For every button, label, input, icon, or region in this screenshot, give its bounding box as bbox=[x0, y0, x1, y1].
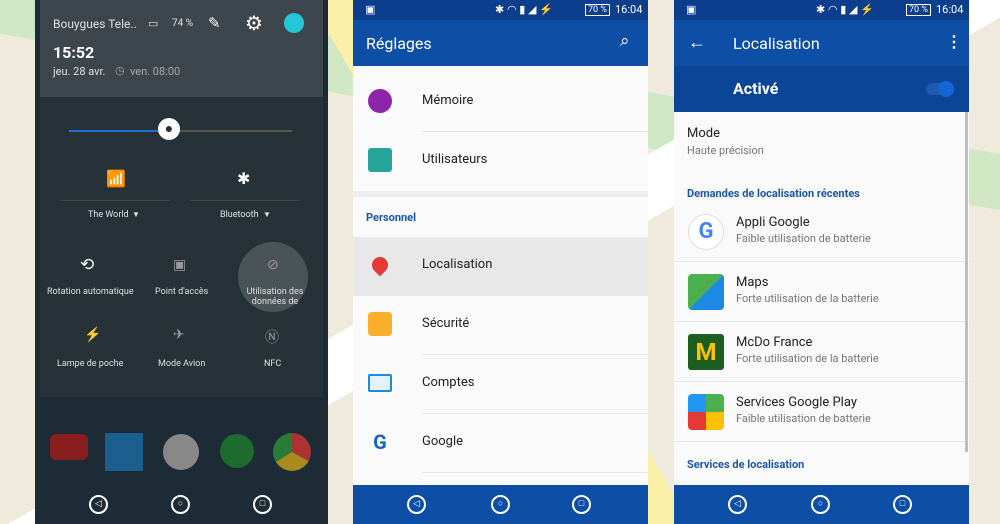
carrier-label: Bouygues Tele.. bbox=[53, 17, 137, 31]
date: jeu. 28 avr. bbox=[53, 65, 106, 78]
tile-rotation[interactable]: Rotation automatique bbox=[47, 287, 134, 297]
search-icon[interactable]: ⌕ bbox=[620, 31, 630, 51]
gear-icon[interactable]: ⚙ bbox=[245, 11, 263, 35]
youtube-icon[interactable] bbox=[50, 434, 88, 460]
settings-item-memory[interactable]: Mémoire bbox=[353, 73, 648, 132]
hangouts-icon[interactable] bbox=[220, 434, 254, 468]
status-time: 16:04 bbox=[615, 3, 643, 16]
scrollbar[interactable] bbox=[965, 112, 968, 452]
memory-icon bbox=[368, 89, 392, 113]
rotation-icon[interactable]: ⟲ bbox=[80, 255, 94, 275]
status-time: 16:04 bbox=[936, 3, 964, 16]
data-usage-icon[interactable]: ⊘ bbox=[267, 257, 279, 273]
recents-button[interactable]: □ bbox=[572, 495, 591, 514]
app-drawer-icon[interactable] bbox=[163, 434, 199, 470]
mode-value: Haute précision bbox=[687, 144, 764, 157]
play-services-icon bbox=[688, 394, 724, 430]
wifi-icon[interactable]: 📶 bbox=[106, 169, 126, 188]
battery-label: 70 % bbox=[906, 4, 931, 16]
location-pin-icon bbox=[368, 253, 392, 277]
tile-data-usage[interactable]: Utilisation des données de bbox=[245, 287, 305, 307]
alarm-icon: ◷ bbox=[115, 64, 125, 77]
settings-item-accounts[interactable]: Comptes bbox=[353, 355, 648, 414]
settings-item-google[interactable]: G Google bbox=[353, 414, 648, 473]
google-icon: G bbox=[373, 430, 387, 454]
brightness-slider[interactable] bbox=[69, 130, 292, 132]
page-title: Localisation bbox=[733, 34, 820, 53]
brightness-icon[interactable]: ● bbox=[158, 118, 180, 140]
users-icon bbox=[368, 148, 392, 172]
nfc-icon[interactable]: Ⓝ bbox=[265, 327, 279, 347]
toolbar: Réglages ⌕ bbox=[353, 20, 648, 66]
account-card-icon bbox=[368, 374, 392, 392]
location-phone: ▣ ✱ ◠ ▮ ◢ ⚡ 70 % 16:04 ← Localisation ⋮ … bbox=[674, 0, 969, 524]
location-toggle-label: Activé bbox=[733, 79, 779, 98]
settings-item-security[interactable]: Sécurité bbox=[353, 296, 648, 355]
clock: 15:52 bbox=[53, 43, 95, 62]
tile-airplane[interactable]: Mode Avion bbox=[158, 359, 205, 369]
back-button[interactable]: ◁ bbox=[728, 495, 747, 514]
wifi-network-label[interactable]: The World bbox=[88, 210, 129, 220]
battery-label: 70 % bbox=[585, 4, 610, 16]
back-arrow-icon[interactable]: ← bbox=[688, 32, 706, 53]
more-options-icon[interactable]: ⋮ bbox=[946, 32, 962, 51]
back-button[interactable]: ◁ bbox=[407, 495, 426, 514]
app-item-maps[interactable]: Maps Forte utilisation de la batterie bbox=[674, 262, 969, 322]
tile-nfc[interactable]: NFC bbox=[264, 359, 281, 369]
app-item-play-services[interactable]: Services Google Play Faible utilisation d… bbox=[674, 382, 969, 442]
notification-header: Bouygues Tele.. ▭ 74 % ✎ ⚙ 15:52 jeu. 28… bbox=[40, 0, 323, 97]
battery-icon: ▭ bbox=[148, 17, 159, 30]
google-app-icon: G bbox=[688, 214, 724, 250]
recents-button[interactable]: □ bbox=[253, 495, 272, 514]
navigation-bar: ◁ ○ □ bbox=[353, 485, 648, 524]
settings-phone: ▣ ✱ ◠ ▮ ◢ ⚡ 70 % 16:04 Réglages ⌕ Mémoir… bbox=[353, 0, 648, 524]
bluetooth-label[interactable]: Bluetooth bbox=[220, 210, 259, 220]
bluetooth-icon[interactable]: ✱ bbox=[237, 169, 250, 188]
home-button[interactable]: ○ bbox=[171, 495, 190, 514]
home-button[interactable]: ○ bbox=[491, 495, 510, 514]
flashlight-icon[interactable]: ⚡ bbox=[84, 327, 101, 343]
edit-icon[interactable]: ✎ bbox=[208, 14, 221, 32]
recents-button[interactable]: □ bbox=[893, 495, 912, 514]
maps-icon bbox=[688, 274, 724, 310]
location-services-header: Services de localisation bbox=[687, 458, 805, 471]
lock-icon bbox=[368, 312, 392, 336]
recent-requests-header: Demandes de localisation récentes bbox=[687, 187, 860, 200]
tile-hotspot[interactable]: Point d'accès bbox=[155, 287, 208, 297]
status-bar: ▣ ✱ ◠ ▮ ◢ ⚡ 70 % 16:04 bbox=[353, 0, 648, 20]
twitter-icon[interactable] bbox=[105, 433, 143, 471]
status-bar: ▣ ✱ ◠ ▮ ◢ ⚡ 70 % 16:04 bbox=[674, 0, 969, 20]
quick-settings-phone: Bouygues Tele.. ▭ 74 % ✎ ⚙ 15:52 jeu. 28… bbox=[35, 0, 328, 524]
mcdonalds-icon: M bbox=[688, 334, 724, 370]
avatar[interactable] bbox=[284, 13, 304, 33]
page-title: Réglages bbox=[366, 34, 432, 53]
status-icons: ✱ ◠ ▮ ◢ ⚡ bbox=[816, 3, 874, 16]
back-button[interactable]: ◁ bbox=[89, 495, 108, 514]
app-item-mcdo[interactable]: M McDo France Forte utilisation de la batt… bbox=[674, 322, 969, 382]
image-notification-icon: ▣ bbox=[686, 3, 697, 16]
hotspot-icon[interactable]: ▣ bbox=[173, 257, 186, 273]
quick-settings-panel: ● 📶 The World ▼ ✱ Bluetooth ▼ ⟲ Rotation… bbox=[40, 97, 323, 397]
mode-label[interactable]: Mode bbox=[687, 126, 720, 141]
section-header: Personnel bbox=[366, 211, 417, 224]
chevron-down-icon: ▼ bbox=[263, 210, 271, 219]
airplane-icon[interactable]: ✈ bbox=[173, 327, 185, 343]
settings-item-users[interactable]: Utilisateurs bbox=[353, 132, 648, 191]
status-icons: ✱ ◠ ▮ ◢ ⚡ bbox=[495, 3, 553, 16]
image-notification-icon: ▣ bbox=[365, 3, 376, 16]
settings-item-location[interactable]: Localisation bbox=[353, 237, 648, 296]
toolbar: ← Localisation ⋮ Activé bbox=[674, 20, 969, 112]
navigation-bar: ◁ ○ □ bbox=[674, 485, 969, 524]
chrome-icon[interactable] bbox=[273, 433, 311, 471]
alarm-time: ven. 08:00 bbox=[130, 65, 181, 78]
home-button[interactable]: ○ bbox=[811, 495, 830, 514]
battery-label: 74 % bbox=[172, 18, 194, 29]
app-item-google[interactable]: G Appli Google Faible utilisation de batte… bbox=[674, 202, 969, 262]
tile-flashlight[interactable]: Lampe de poche bbox=[57, 359, 123, 369]
location-toggle[interactable] bbox=[926, 81, 954, 97]
chevron-down-icon: ▼ bbox=[132, 210, 140, 219]
